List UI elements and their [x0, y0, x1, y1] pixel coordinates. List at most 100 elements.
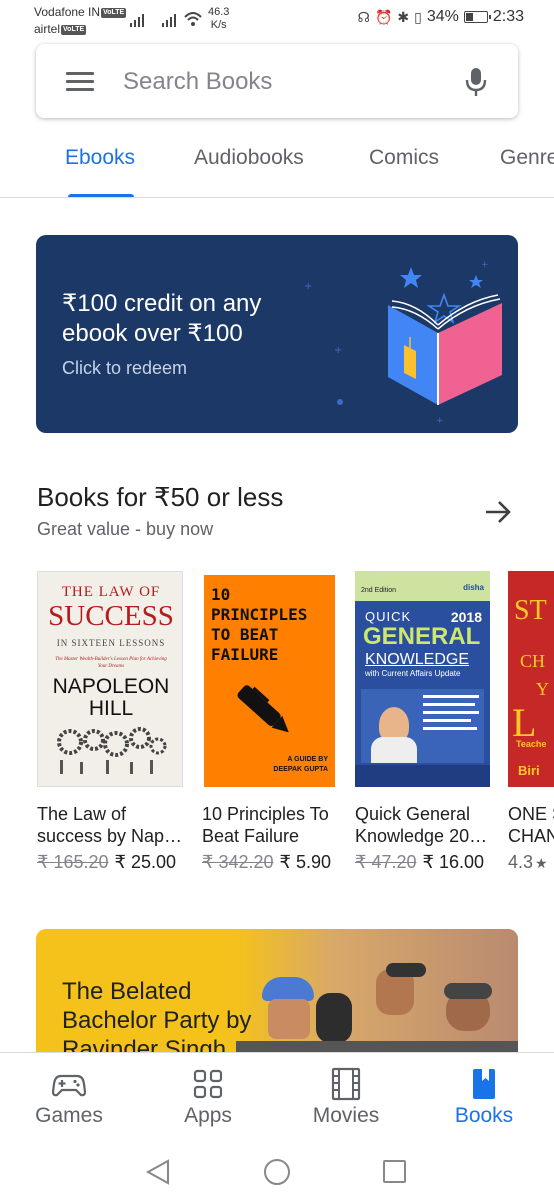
- cover-text: 2nd Edition: [361, 587, 397, 594]
- hamburger-menu-icon[interactable]: [66, 72, 94, 92]
- carrier2-label: airtel: [34, 22, 61, 36]
- system-navigation-bar: [145, 1159, 406, 1185]
- price-row: ₹ 342.20 ₹ 5.90: [202, 852, 331, 873]
- nav-books[interactable]: Books: [424, 1067, 544, 1128]
- status-bar: Vodafone IN VoLTE airtel VoLTE 46.3 K/s ☊ …: [0, 0, 554, 40]
- cover-text: KNOWLEDGE: [365, 651, 470, 668]
- headset-icon: ☊: [357, 8, 370, 25]
- cover-text: QUICK: [365, 609, 412, 624]
- star-icon: ★: [535, 855, 548, 871]
- cover-text: FAILURE: [211, 645, 279, 664]
- gears-illustration: [57, 727, 167, 774]
- featured-book-banner[interactable]: The Belated Bachelor Party by Ravinder S…: [36, 929, 518, 1059]
- cover-footer: [355, 765, 490, 787]
- book-title-line: CHAN: [508, 826, 554, 846]
- cover-text: disha: [463, 583, 484, 592]
- battery-icon: [463, 11, 491, 23]
- bluetooth-icon: ✱: [397, 8, 410, 25]
- cover-text: ST: [514, 595, 547, 626]
- cover-text: The Master Wealth-Builder's Lesson Plan …: [55, 657, 167, 669]
- section-subtitle: Great value - buy now: [37, 519, 214, 539]
- speed-value: 46.3: [208, 6, 230, 18]
- active-tab-indicator: [68, 194, 134, 197]
- tab-genres[interactable]: Genres: [500, 146, 554, 170]
- book-title-line: ONE S: [508, 804, 554, 824]
- cover-text: 10: [211, 585, 231, 604]
- section-title: Books for ₹50 or less: [37, 482, 284, 512]
- original-price: ₹ 165.20: [37, 852, 109, 872]
- nav-label: Apps: [184, 1104, 232, 1127]
- alarm-icon: ⏰: [374, 8, 393, 25]
- recents-icon[interactable]: [383, 1160, 406, 1183]
- book-title-line: Knowledge 20…: [355, 826, 488, 846]
- sale-price: ₹ 25.00: [114, 852, 177, 872]
- nav-games[interactable]: Games: [9, 1067, 129, 1128]
- carrier-info: Vodafone IN VoLTE airtel VoLTE: [34, 4, 127, 38]
- signal-icon: [162, 13, 176, 27]
- book-cover[interactable]: THE LAW OF SUCCESS IN SIXTEEN LESSONS Th…: [37, 571, 183, 787]
- banner-title: The Belated Bachelor Party by Ravinder S…: [62, 978, 252, 1059]
- gamepad-icon: [52, 1074, 86, 1097]
- sale-price: ₹ 16.00: [422, 852, 485, 872]
- tab-comics[interactable]: Comics: [369, 146, 439, 170]
- svg-text:+: +: [481, 260, 489, 270]
- search-bar[interactable]: Search Books: [36, 44, 518, 118]
- sale-price: ₹ 5.90: [279, 852, 332, 872]
- cover-text: NAPOLEON: [52, 675, 170, 698]
- cover-text: Biri: [518, 763, 540, 778]
- svg-text:+: +: [436, 416, 444, 426]
- arrow-right-icon[interactable]: [483, 497, 513, 527]
- banner-photo: [236, 929, 518, 1059]
- book-title-line: success by Nap…: [37, 826, 183, 846]
- price-row: ₹ 165.20 ₹ 25.00: [37, 852, 176, 873]
- volte-badge: VoLTE: [101, 8, 127, 18]
- book-title-line: The Law of: [37, 804, 127, 824]
- cover-text: SUCCESS: [48, 600, 174, 632]
- cover-text: PRINCIPLES: [211, 605, 308, 624]
- category-tabs: Ebooks Audiobooks Comics Genres: [0, 130, 554, 198]
- cover-text: TO BEAT: [211, 625, 279, 644]
- cover-title: 10 PRINCIPLES TO BEAT FAILURE: [211, 585, 307, 665]
- nav-label: Movies: [312, 1104, 380, 1127]
- cover-collage: [361, 689, 484, 763]
- cover-text: Teache: [516, 739, 547, 749]
- speed-unit: K/s: [210, 19, 227, 31]
- bottom-navigation: Games Apps Movies Books: [0, 1052, 554, 1200]
- svg-text:+: +: [304, 281, 312, 292]
- microphone-icon[interactable]: [464, 66, 488, 98]
- tab-ebooks[interactable]: Ebooks: [65, 146, 135, 170]
- open-book-illustration: + + + ✦ + +: [304, 260, 502, 426]
- cover-text: A GUIDE BY: [287, 756, 328, 763]
- vibrate-icon: ▯: [414, 8, 422, 25]
- battery-percent: 34%: [426, 8, 459, 25]
- wifi-icon: [184, 12, 202, 26]
- book-icon: [473, 1069, 495, 1099]
- cover-text: HILL: [88, 697, 134, 720]
- clock-time: 2:33: [492, 8, 524, 25]
- promo-title: ₹100 credit on any ebook over ₹100: [62, 290, 262, 347]
- promo-subtitle[interactable]: Click to redeem: [62, 358, 187, 379]
- carrier1-label: Vodafone IN: [34, 5, 101, 19]
- rating-value: 4.3: [508, 852, 534, 872]
- cover-text: CH: [520, 651, 546, 671]
- signal-icon: [130, 13, 144, 27]
- price-row: ₹ 47.20 ₹ 16.00: [355, 852, 484, 873]
- tab-audiobooks[interactable]: Audiobooks: [194, 146, 304, 170]
- home-icon[interactable]: [264, 1159, 290, 1185]
- nav-label: Games: [35, 1104, 103, 1127]
- network-speed: 46.3 K/s: [208, 6, 229, 32]
- book-cover[interactable]: ST CH Y L Teache Biri: [508, 571, 554, 787]
- book-cover[interactable]: 10 PRINCIPLES TO BEAT FAILURE A GUIDE BY…: [204, 575, 335, 787]
- cover-text: THE LAW OF: [61, 584, 161, 600]
- nav-apps[interactable]: Apps: [148, 1067, 268, 1128]
- cover-text: GENERAL: [363, 623, 481, 650]
- promo-banner[interactable]: ₹100 credit on any ebook over ₹100 Click…: [36, 235, 518, 433]
- status-icons: ☊ ⏰ ✱ ▯ 34% 2:33: [358, 8, 525, 26]
- rating-row: 4.3 ★: [508, 852, 548, 873]
- nav-movies[interactable]: Movies: [286, 1067, 406, 1128]
- film-icon: [331, 1067, 361, 1101]
- book-cover[interactable]: 2nd Edition disha QUICK 2018 GENERAL KNO…: [355, 571, 490, 787]
- back-icon[interactable]: [145, 1159, 169, 1185]
- search-input[interactable]: Search Books: [123, 68, 272, 96]
- cover-text: with Current Affairs Update: [365, 669, 461, 678]
